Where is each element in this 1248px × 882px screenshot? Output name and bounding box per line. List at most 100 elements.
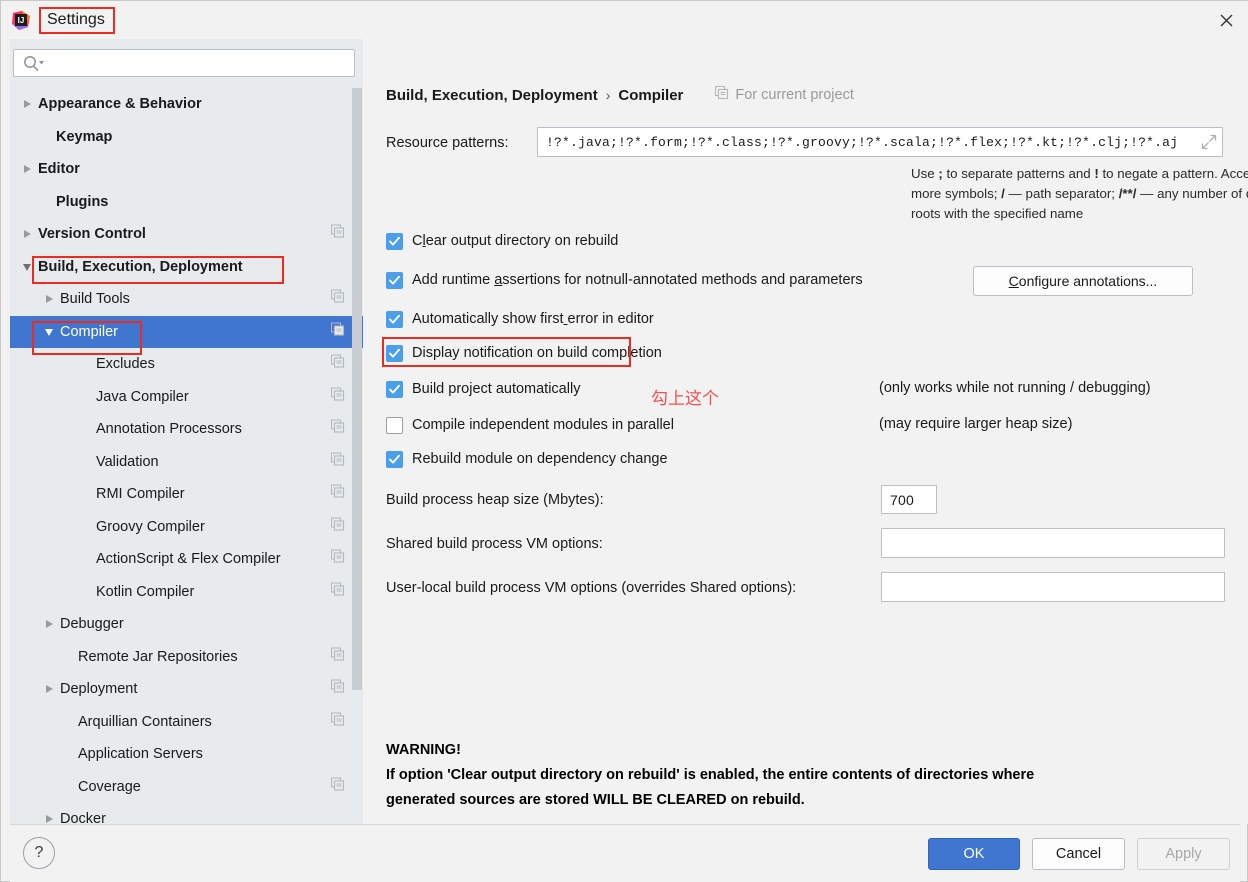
sidebar-item-kotlin-compiler[interactable]: Kotlin Compiler	[10, 576, 363, 609]
close-icon[interactable]	[1203, 1, 1248, 39]
search-input[interactable]	[52, 50, 350, 76]
resource-patterns-input[interactable]	[544, 128, 1184, 156]
checkbox-label: Add runtime assertions for notnull-annot…	[412, 272, 863, 288]
checkbox-build-project-automatically[interactable]: Build project automatically	[386, 380, 580, 398]
chevron-right-icon[interactable]	[20, 226, 36, 242]
title-bar: IJ Settings	[1, 1, 1248, 39]
sidebar-item-label: Editor	[38, 161, 80, 178]
note-parallel-heap: (may require larger heap size)	[879, 416, 1073, 432]
chevron-down-icon[interactable]	[20, 259, 36, 275]
user-local-vm-options-input[interactable]	[888, 573, 1218, 601]
checkbox-checked-icon[interactable]	[386, 232, 403, 250]
sidebar-item-compiler[interactable]: Compiler	[10, 315, 363, 348]
checkbox-checked-icon[interactable]	[386, 344, 403, 362]
checkbox-checked-icon[interactable]	[386, 450, 403, 468]
sidebar-item-label: Kotlin Compiler	[96, 583, 195, 600]
chevron-right-icon[interactable]	[42, 811, 58, 824]
copy-scope-icon	[330, 647, 345, 666]
chevron-right-icon[interactable]	[20, 161, 36, 177]
checkbox-automatically-show-first-error-in-editor[interactable]: Automatically show first error in editor	[386, 310, 654, 328]
configure-annotations-button[interactable]: Configure annotations...	[973, 266, 1193, 296]
sidebar-item-java-compiler[interactable]: Java Compiler	[10, 381, 363, 414]
sidebar-item-arquillian-containers[interactable]: Arquillian Containers	[10, 706, 363, 739]
sidebar-item-version-control[interactable]: Version Control	[10, 218, 363, 251]
settings-tree[interactable]: Appearance & Behavior Keymap Editor Plugins…	[10, 88, 363, 824]
checkbox-label: Automatically show first error in editor	[412, 311, 654, 327]
checkbox-clear-output-directory-on-rebuild[interactable]: Clear output directory on rebuild	[386, 232, 618, 250]
sidebar-item-label: Version Control	[38, 226, 146, 243]
sidebar-item-coverage[interactable]: Coverage	[10, 771, 363, 804]
sidebar-item-docker[interactable]: Docker	[10, 803, 363, 824]
breadcrumb: Build, Execution, Deployment › Compiler …	[386, 85, 854, 104]
copy-scope-icon	[330, 289, 345, 309]
sidebar-item-label: ActionScript & Flex Compiler	[96, 551, 281, 568]
heap-size-input[interactable]	[888, 486, 932, 513]
warning-line-1: If option 'Clear output directory on reb…	[386, 767, 1035, 783]
shared-vm-options-field[interactable]	[881, 528, 1225, 558]
sidebar-item-groovy-compiler[interactable]: Groovy Compiler	[10, 511, 363, 544]
checkbox-label: Build project automatically	[412, 381, 581, 397]
resource-patterns-field[interactable]	[537, 127, 1223, 157]
sidebar-item-label: Build Tools	[60, 291, 130, 308]
copy-scope-icon	[330, 712, 345, 731]
heap-size-field[interactable]	[881, 485, 937, 514]
sidebar-item-label: RMI Compiler	[96, 486, 185, 503]
expand-arrows-icon[interactable]	[1201, 134, 1217, 155]
window-title-highlight: Settings	[39, 7, 115, 34]
checkbox-checked-icon[interactable]	[386, 271, 403, 289]
sidebar-item-debugger[interactable]: Debugger	[10, 608, 363, 641]
copy-scope-icon	[330, 387, 345, 406]
sidebar-item-validation[interactable]: Validation	[10, 446, 363, 479]
sidebar-item-deployment[interactable]: Deployment	[10, 673, 363, 706]
copy-scope-icon	[330, 452, 345, 471]
sidebar-item-excludes[interactable]: Excludes	[10, 348, 363, 381]
sidebar-item-editor[interactable]: Editor	[10, 153, 363, 186]
sidebar-scrollbar-thumb[interactable]	[352, 88, 362, 690]
sidebar-item-annotation-processors[interactable]: Annotation Processors	[10, 413, 363, 446]
sidebar-item-build-execution-deployment[interactable]: Build, Execution, Deployment	[10, 251, 363, 284]
ok-button[interactable]: OK	[928, 838, 1020, 870]
sidebar-item-keymap[interactable]: Keymap	[10, 121, 363, 154]
checkbox-compile-independent-modules-in-parallel[interactable]: Compile independent modules in parallel	[386, 416, 674, 434]
checkbox-unchecked-icon[interactable]	[386, 416, 403, 434]
ok-label: OK	[963, 846, 985, 862]
help-button[interactable]: ?	[23, 837, 55, 869]
chevron-right-icon[interactable]	[42, 616, 58, 632]
sidebar-item-rmi-compiler[interactable]: RMI Compiler	[10, 478, 363, 511]
chevron-right-icon[interactable]	[42, 291, 58, 307]
hint-globstar: /**/	[1118, 186, 1137, 201]
breadcrumb-separator-icon: ›	[605, 87, 611, 103]
sidebar-item-plugins[interactable]: Plugins	[10, 186, 363, 219]
sidebar-item-application-servers[interactable]: Application Servers	[10, 738, 363, 771]
sidebar-item-actionscript-flex-compiler[interactable]: ActionScript & Flex Compiler	[10, 543, 363, 576]
user-local-vm-options-field[interactable]	[881, 572, 1225, 602]
help-label: ?	[34, 844, 44, 861]
settings-dialog: IJ Settings Appearance & Behavior Keymap E…	[0, 0, 1248, 882]
search-box[interactable]	[13, 49, 355, 77]
sidebar-item-build-tools[interactable]: Build Tools	[10, 283, 363, 316]
search-icon	[23, 55, 45, 76]
breadcrumb-parent[interactable]: Build, Execution, Deployment	[386, 87, 598, 104]
checkbox-rebuild-module-on-dependency-change[interactable]: Rebuild module on dependency change	[386, 450, 668, 468]
sidebar-item-appearance-behavior[interactable]: Appearance & Behavior	[10, 88, 363, 121]
sidebar-item-label: Compiler	[60, 323, 119, 340]
shared-vm-options-input[interactable]	[888, 529, 1218, 557]
checkbox-checked-icon[interactable]	[386, 380, 403, 398]
chevron-right-icon[interactable]	[42, 681, 58, 697]
sidebar-item-label: Groovy Compiler	[96, 518, 205, 535]
cancel-button[interactable]: Cancel	[1032, 838, 1125, 870]
copy-scope-icon	[330, 322, 345, 341]
checkbox-display-notification-on-build-completion[interactable]: Display notification on build completion	[386, 344, 662, 362]
checkbox-checked-icon[interactable]	[386, 310, 403, 328]
sidebar-item-remote-jar-repositories[interactable]: Remote Jar Repositories	[10, 641, 363, 674]
chevron-down-icon[interactable]	[42, 324, 58, 340]
checkbox-add-runtime-assertions-for-notnull-annotated-methods-and-parameters[interactable]: Add runtime assertions for notnull-annot…	[386, 271, 863, 289]
chevron-right-icon[interactable]	[20, 96, 36, 112]
